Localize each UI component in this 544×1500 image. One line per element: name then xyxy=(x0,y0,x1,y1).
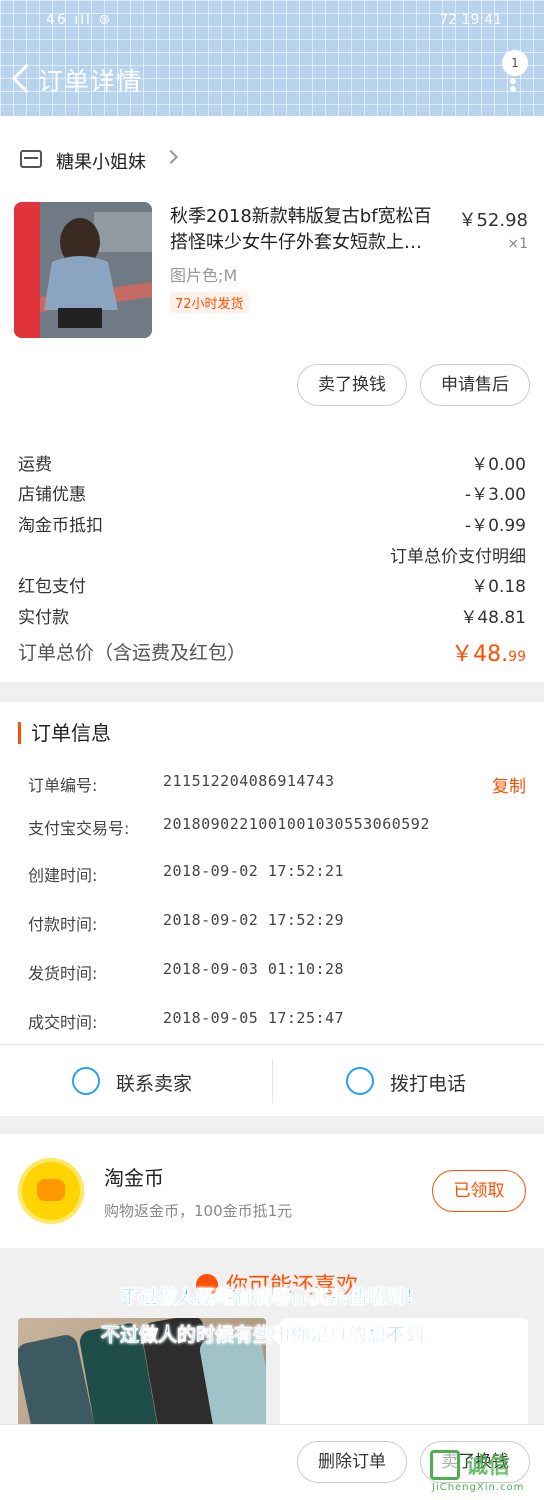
order-total-value: ￥48.99 xyxy=(451,642,526,667)
contact-bar: 联系卖家 拨打电话 xyxy=(0,1044,544,1116)
info-row-completed: 成交时间: 2018-09-05 17:25:47 xyxy=(28,1009,345,1032)
fee-shop-discount: 店铺优惠 -￥3.00 xyxy=(18,485,526,505)
subtitle-overlay-line2: 不过做人的时候有些事你是真的想不到。 xyxy=(100,1324,444,1347)
fee-shipping: 运费 ￥0.00 xyxy=(18,455,526,475)
info-row-alipay-no: 支付宝交易号: 2018090221001001030553060592 xyxy=(28,815,430,838)
info-row-created: 创建时间: 2018-09-02 17:52:21 xyxy=(28,862,345,885)
subtitle-overlay-line1: 不过做人既嘅有滴嘢你真系估唔到！ xyxy=(119,1286,425,1309)
status-bar: 46 ıll ⊚ 72 19:41 xyxy=(0,8,544,34)
info-row-shipped: 发货时间: 2018-09-03 01:10:28 xyxy=(28,960,345,983)
coin-claimed-button[interactable]: 已领取 xyxy=(432,1170,526,1212)
site-watermark: 诚信 JiChengXin.com xyxy=(426,1444,544,1500)
product-quantity: ×1 xyxy=(507,236,528,252)
coin-subtitle: 购物返金币，100金币抵1元 xyxy=(104,1202,293,1220)
product-title[interactable]: 秋季2018新款韩版复古bf宽松百 搭怪味少女牛仔外套女短款上… xyxy=(170,204,452,256)
shipping-tag: 72小时发货 xyxy=(170,292,249,313)
product-spec: 图片色;M xyxy=(170,266,238,285)
fee-red-packet: 红包支付 ￥0.18 xyxy=(18,577,526,597)
product-price: ￥52.98 xyxy=(458,210,528,231)
product-title-line2: 搭怪味少女牛仔外套女短款上… xyxy=(170,232,422,253)
watermark-logo-icon xyxy=(430,1450,460,1480)
payment-detail-link[interactable]: 订单总价支付明细 xyxy=(18,542,526,567)
contact-seller-button[interactable]: 联系卖家 xyxy=(0,1045,272,1117)
info-row-order-no: 订单编号: 211512204086914743 xyxy=(28,772,335,795)
after-sale-button[interactable]: 申请售后 xyxy=(420,364,530,406)
delete-order-button[interactable]: 删除订单 xyxy=(297,1441,407,1483)
phone-icon xyxy=(346,1067,374,1095)
info-row-paid: 付款时间: 2018-09-02 17:52:29 xyxy=(28,911,345,934)
order-total: 订单总价（含运费及红包） ￥48.99 xyxy=(18,636,526,667)
back-button[interactable] xyxy=(8,60,36,100)
header: 46 ıll ⊚ 72 19:41 订单详情 1 xyxy=(0,0,544,116)
notification-badge: 1 xyxy=(502,50,528,76)
product-thumbnail[interactable] xyxy=(14,202,152,338)
coin-card: 淘金币 购物返金币，100金币抵1元 已领取 xyxy=(0,1134,544,1248)
signal-indicator: 46 ıll ⊚ xyxy=(46,12,113,28)
product-title-line1: 秋季2018新款韩版复古bf宽松百 xyxy=(170,206,432,227)
more-menu-button[interactable]: 1 xyxy=(500,48,530,98)
sell-for-cash-button[interactable]: 卖了换钱 xyxy=(297,364,407,406)
chat-bubble-icon xyxy=(72,1067,100,1095)
fee-paid: 实付款 ￥48.81 xyxy=(18,608,526,628)
page-title: 订单详情 xyxy=(38,67,143,96)
gold-coin-icon xyxy=(18,1158,84,1224)
call-phone-button[interactable]: 拨打电话 xyxy=(272,1045,544,1117)
order-info-title: 订单信息 xyxy=(18,722,111,744)
fee-coin-deduct: 淘金币抵扣 -￥0.99 xyxy=(18,516,526,536)
store-name: 糖果小姐妹 xyxy=(56,152,146,173)
battery-clock: 72 19:41 xyxy=(439,12,502,28)
store-icon xyxy=(20,150,42,168)
more-dots-icon xyxy=(510,78,516,84)
coin-title: 淘金币 xyxy=(104,1166,164,1190)
